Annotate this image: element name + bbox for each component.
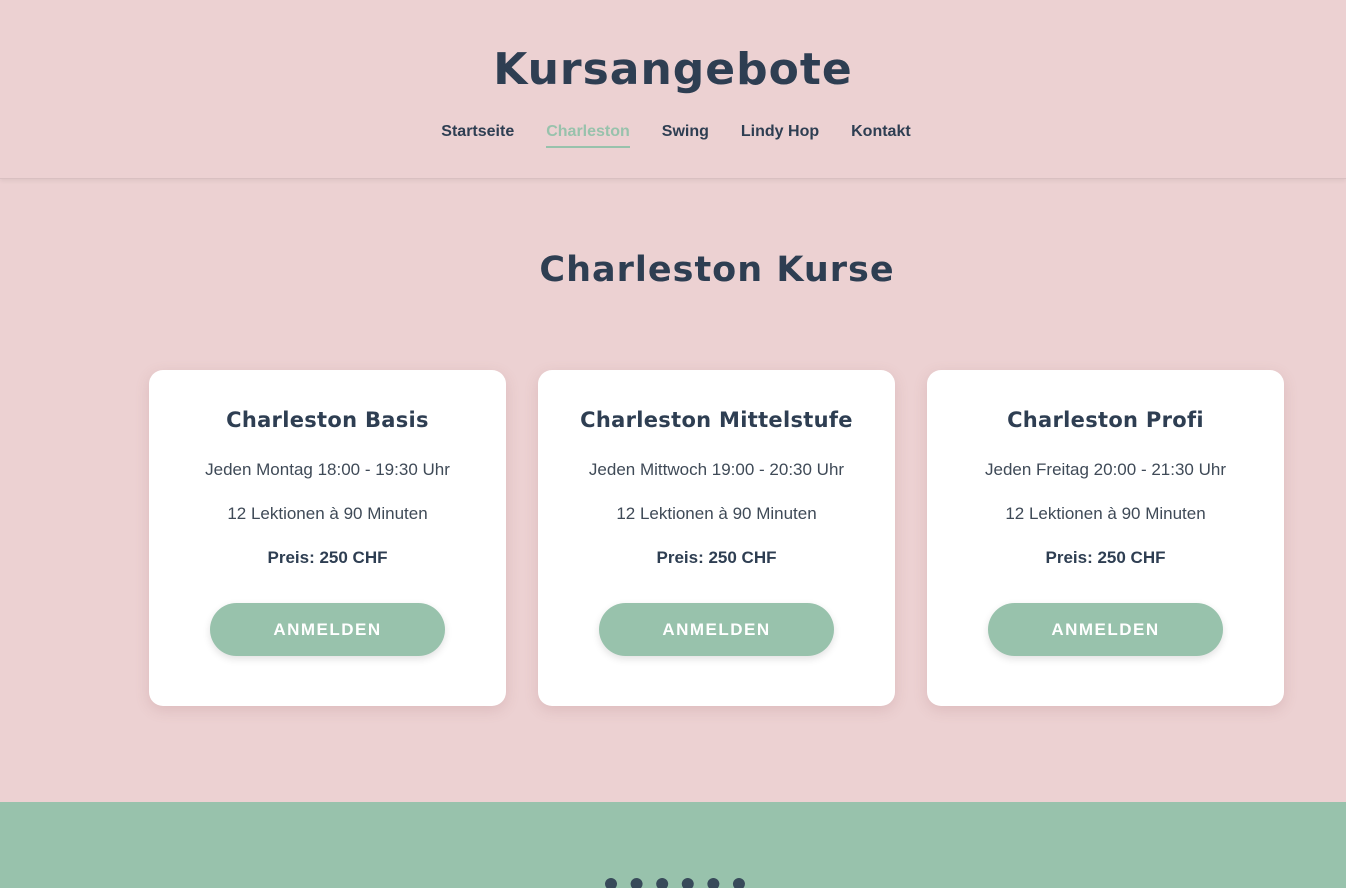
nav-link-startseite[interactable]: Startseite <box>441 123 514 148</box>
nav-link-lindy-hop[interactable]: Lindy Hop <box>741 123 819 148</box>
course-price: Preis: 250 CHF <box>656 548 777 567</box>
course-title: Charleston Profi <box>1007 408 1204 432</box>
next-section-band <box>0 802 1346 888</box>
site-title: Kursangebote <box>493 44 853 95</box>
nav-link-charleston[interactable]: Charleston <box>546 123 630 148</box>
course-lessons: 12 Lektionen à 90 Minuten <box>1005 504 1206 523</box>
nav-link-swing[interactable]: Swing <box>662 123 709 148</box>
course-card-profi: Charleston Profi Jeden Freitag 20:00 - 2… <box>927 370 1284 706</box>
course-lessons: 12 Lektionen à 90 Minuten <box>616 504 817 523</box>
cut-off-heading <box>605 878 745 888</box>
course-lessons: 12 Lektionen à 90 Minuten <box>227 504 428 523</box>
course-title: Charleston Mittelstufe <box>580 408 853 432</box>
course-schedule: Jeden Montag 18:00 - 19:30 Uhr <box>205 460 450 479</box>
nav-link-kontakt[interactable]: Kontakt <box>851 123 911 148</box>
register-button[interactable]: ANMELDEN <box>988 603 1223 656</box>
main-nav: Startseite Charleston Swing Lindy Hop Ko… <box>0 123 1346 148</box>
course-card-mittelstufe: Charleston Mittelstufe Jeden Mittwoch 19… <box>538 370 895 706</box>
site-header: Kursangebote Startseite Charleston Swing… <box>0 0 1346 179</box>
course-price: Preis: 250 CHF <box>267 548 388 567</box>
course-price: Preis: 250 CHF <box>1045 548 1166 567</box>
course-title: Charleston Basis <box>226 408 429 432</box>
register-button[interactable]: ANMELDEN <box>599 603 834 656</box>
course-card-basis: Charleston Basis Jeden Montag 18:00 - 19… <box>149 370 506 706</box>
course-schedule: Jeden Mittwoch 19:00 - 20:30 Uhr <box>588 460 845 479</box>
register-button[interactable]: ANMELDEN <box>210 603 445 656</box>
section-title: Charleston Kurse <box>539 250 895 290</box>
course-schedule: Jeden Freitag 20:00 - 21:30 Uhr <box>985 460 1226 479</box>
course-cards: Charleston Basis Jeden Montag 18:00 - 19… <box>149 370 1284 706</box>
